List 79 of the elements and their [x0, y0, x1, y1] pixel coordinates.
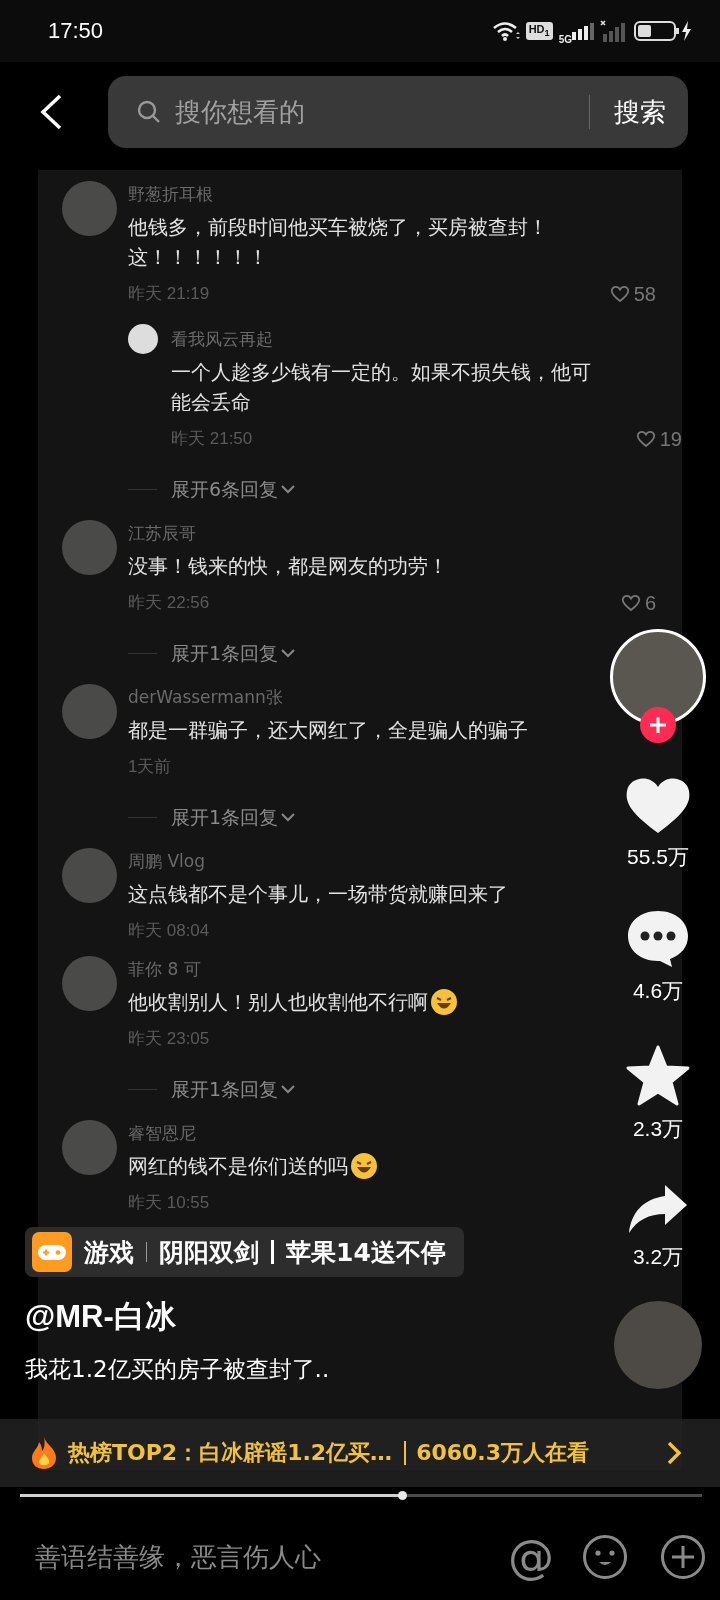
comment-time: 昨天 21:19	[128, 283, 210, 305]
avatar-photo	[62, 520, 117, 575]
status-time: 17:50	[48, 18, 104, 44]
star-icon[interactable]	[626, 1045, 690, 1107]
follow-plus-icon[interactable]	[640, 707, 676, 743]
search-icon	[137, 100, 161, 124]
comment-author: 野葱折耳根	[128, 183, 213, 206]
expand-replies-link[interactable]: 展开1条回复	[171, 641, 297, 665]
expand-replies-link[interactable]: 展开1条回复	[171, 805, 297, 829]
share-count: 3.2万	[632, 1244, 684, 1270]
share-arrow-icon[interactable]	[627, 1183, 689, 1235]
favorite-count: 2.3万	[632, 1116, 684, 1142]
like-count[interactable]: 19	[635, 427, 682, 451]
avatar-photo	[128, 324, 158, 354]
comment-author: 江苏辰哥	[128, 522, 196, 545]
comment-time: 1天前	[128, 756, 172, 778]
caret-icon	[280, 1084, 297, 1094]
signal-icon	[572, 22, 594, 40]
chevron-right-icon	[666, 1440, 682, 1466]
caret-icon	[280, 648, 297, 658]
trending-bar[interactable]: 热榜TOP2：白冰辟谣1.2亿买… 6060.3万人在看	[0, 1419, 720, 1487]
no-signal-icon	[600, 20, 628, 42]
search-button[interactable]: 搜索	[614, 94, 666, 130]
network-label: 5G	[558, 33, 572, 45]
comment-text: 网红的钱不是你们送的吗	[128, 1153, 348, 1180]
wifi-icon	[491, 21, 520, 41]
like-count[interactable]: 6	[620, 591, 656, 615]
tag-text: 阴阳双剑	[159, 1236, 259, 1269]
progress-track[interactable]	[20, 1494, 702, 1497]
viewer-count: 6060.3万人在看	[416, 1439, 590, 1467]
comment-author: 睿智恩尼	[128, 1122, 196, 1145]
hd-badge: HD$_{1}$	[525, 22, 553, 40]
progress-thumb[interactable]	[397, 1491, 407, 1500]
caret-icon	[280, 812, 297, 822]
like-count[interactable]: 58	[609, 282, 656, 306]
comment-time: 昨天 22:56	[128, 592, 210, 614]
battery-icon	[634, 20, 692, 42]
heart-outline-icon	[609, 285, 630, 303]
comment-text: 没事！钱来的快，都是网友的功劳！	[128, 553, 448, 580]
speech-bubble-icon[interactable]	[626, 909, 690, 969]
avatar-photo	[62, 956, 117, 1011]
comment-text: 这点钱都不是个事儿，一场带货就赚回来了	[128, 881, 508, 908]
comment-text: 他收割别人！别人也收割他不行啊	[128, 989, 428, 1016]
plus-icon[interactable]	[660, 1534, 706, 1580]
comment-text: 他钱多，前段时间他买车被烧了，买房被查封！这！！！！！！	[128, 214, 549, 271]
expand-replies-link[interactable]: 展开1条回复	[171, 1077, 297, 1101]
reply-time: 昨天 21:50	[171, 428, 253, 450]
back-icon[interactable]	[38, 94, 64, 130]
caret-icon	[280, 484, 297, 494]
reply-author: 看我风云再起	[171, 328, 273, 351]
comment-author: derWassermann张	[128, 686, 283, 709]
game-tag[interactable]: 游戏 阴阳双剑 苹果14送不停	[25, 1227, 464, 1277]
avatar-photo	[62, 848, 117, 903]
comment-count: 4.6万	[632, 978, 684, 1004]
comment-time: 昨天 08:04	[128, 920, 210, 942]
comment-time: 昨天 23:05	[128, 1028, 210, 1050]
gamepad-icon	[32, 1232, 72, 1272]
avatar-photo	[62, 684, 117, 739]
heart-outline-icon	[635, 430, 656, 448]
smiley-icon[interactable]	[582, 1534, 628, 1580]
comment-author: 周鹏 Vlog	[128, 850, 205, 873]
like-count: 55.5万	[627, 844, 689, 870]
flame-icon	[30, 1436, 58, 1470]
mention-button[interactable]: @	[508, 1534, 554, 1580]
comment-input[interactable]: 善语结善缘，恶言伤人心	[33, 1541, 476, 1573]
heart-outline-icon	[620, 594, 641, 612]
author-name[interactable]: @MR-白冰	[25, 1297, 464, 1337]
tag-text: 苹果14送不停	[286, 1236, 446, 1269]
trending-title: 热榜TOP2：白冰辟谣1.2亿买…	[68, 1439, 393, 1467]
expand-replies-link[interactable]: 展开6条回复	[171, 477, 297, 501]
avatar-photo	[62, 1120, 117, 1175]
comment-time: 昨天 10:55	[128, 1192, 210, 1214]
comment-author: 菲你 8 可	[128, 958, 201, 981]
video-caption: 我花1.2亿买的房子被查封了..	[25, 1355, 331, 1384]
comment-text: 都是一群骗子，还大网红了，全是骗人的骗子	[128, 717, 528, 744]
tag-text: 游戏	[84, 1236, 134, 1269]
avatar-photo	[62, 181, 117, 236]
reply-text: 一个人趁多少钱有一定的。如果不损失钱，他可能会丢命	[171, 359, 592, 416]
search-field[interactable]: 搜你想看的 搜索	[108, 76, 688, 148]
